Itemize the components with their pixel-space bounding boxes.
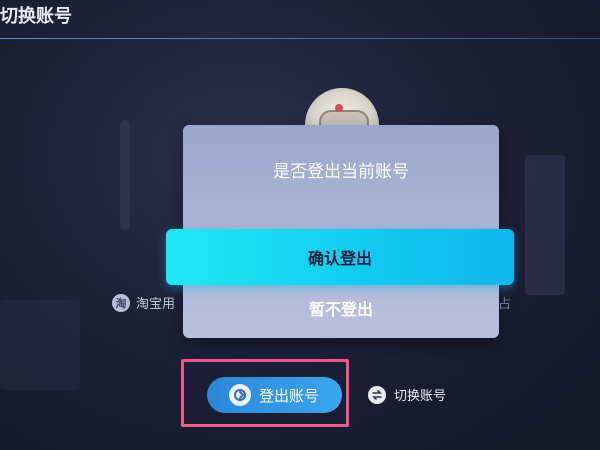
logout-account-button[interactable]: 登出账号 [207,377,342,413]
confirm-logout-button[interactable]: 确认登出 [166,229,514,285]
background-shape [0,300,80,390]
title-divider [0,38,600,39]
page-title: 切换账号 [0,6,72,27]
taobao-icon: 淘 [112,293,130,312]
account-name-tail: 占 [498,297,512,312]
tv-account-screen: 切换账号 淘 淘宝用 占 是否登出当前账号 确认登出 暂不登出 登出账号 切换账… [0,0,600,450]
cancel-logout-button[interactable]: 暂不登出 [183,285,499,331]
switch-account-label: 切换账号 [394,389,447,404]
logout-icon [229,384,251,406]
background-shape [525,155,565,295]
account-name-row: 淘 淘宝用 [112,293,175,312]
switch-icon [368,385,386,404]
avatar-detail [335,104,343,112]
logout-account-label: 登出账号 [259,386,320,405]
dialog-title: 是否登出当前账号 [273,162,409,182]
account-name: 淘宝用 [136,297,176,312]
switch-account-button[interactable]: 切换账号 [368,385,446,404]
background-shape [120,120,130,230]
